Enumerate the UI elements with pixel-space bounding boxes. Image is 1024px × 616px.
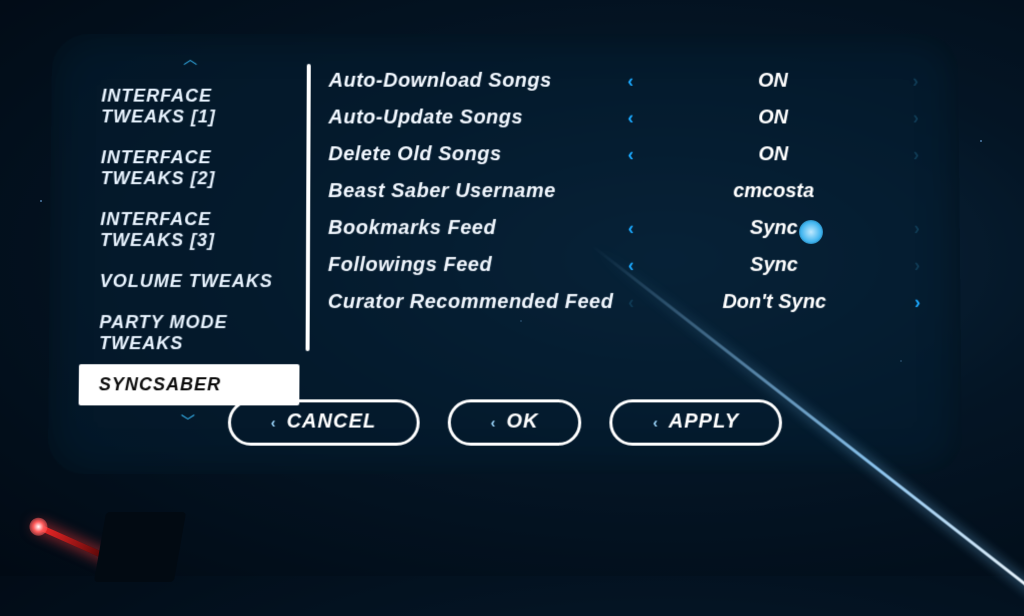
chevron-right-icon[interactable]: › — [902, 71, 928, 92]
setting-value: ON — [643, 70, 902, 93]
setting-row-username: Beast Saber Username ‹ cmcosta › — [328, 180, 929, 203]
settings-panel: ︿ INTERFACE TWEAKS [1] INTERFACE TWEAKS … — [48, 34, 962, 474]
setting-value: Don't Sync — [644, 291, 904, 314]
setting-row-auto-download: Auto-Download Songs ‹ ON › — [329, 70, 929, 93]
caret-left-icon: ‹ — [653, 414, 659, 430]
settings-list: Auto-Download Songs ‹ ON › Auto-Update S… — [328, 42, 962, 373]
sidebar-item-interface-tweaks-2[interactable]: INTERFACE TWEAKS [2] — [81, 137, 301, 199]
button-label: OK — [506, 410, 538, 433]
caret-left-icon: ‹ — [271, 414, 277, 430]
setting-value: ON — [644, 107, 903, 130]
setting-row-bookmarks-feed: Bookmarks Feed ‹ Sync › — [328, 217, 930, 240]
sidebar-item-interface-tweaks-3[interactable]: INTERFACE TWEAKS [3] — [80, 199, 300, 261]
vertical-divider — [306, 64, 311, 351]
chevron-left-icon[interactable]: ‹ — [618, 108, 644, 129]
setting-label: Auto-Download Songs — [329, 70, 618, 93]
setting-label: Auto-Update Songs — [328, 107, 617, 130]
setting-label: Curator Recommended Feed — [328, 291, 618, 314]
chevron-left-icon[interactable]: ‹ — [618, 255, 644, 276]
button-label: APPLY — [669, 410, 740, 433]
sidebar-item-party-mode-tweaks[interactable]: PARTY MODE TWEAKS — [79, 302, 300, 364]
setting-value: Sync — [644, 217, 904, 240]
chevron-right-icon[interactable]: › — [904, 255, 930, 276]
username-value[interactable]: cmcosta — [644, 180, 904, 203]
chevron-right-icon[interactable]: › — [903, 108, 929, 129]
setting-value: Sync — [644, 254, 904, 277]
setting-row-auto-update: Auto-Update Songs ‹ ON › — [328, 107, 928, 130]
chevron-left-icon[interactable]: ‹ — [618, 71, 644, 92]
foreground-block — [94, 512, 186, 582]
sidebar-scroll-up-icon[interactable]: ︿ — [82, 42, 301, 76]
chevron-left-icon[interactable]: ‹ — [618, 292, 644, 313]
sidebar-item-interface-tweaks-1[interactable]: INTERFACE TWEAKS [1] — [81, 76, 301, 138]
chevron-left-icon[interactable]: ‹ — [618, 218, 644, 239]
setting-label: Bookmarks Feed — [328, 217, 618, 240]
chevron-left-icon[interactable]: ‹ — [618, 144, 644, 165]
cancel-button[interactable]: ‹ CANCEL — [228, 399, 420, 445]
setting-row-delete-old: Delete Old Songs ‹ ON › — [328, 143, 929, 166]
ok-button[interactable]: ‹ OK — [447, 399, 581, 445]
chevron-right-icon[interactable]: › — [903, 144, 929, 165]
setting-label: Followings Feed — [328, 254, 618, 277]
setting-label: Delete Old Songs — [328, 143, 617, 166]
sidebar-item-volume-tweaks[interactable]: VOLUME TWEAKS — [80, 261, 300, 302]
chevron-right-icon[interactable]: › — [904, 218, 930, 239]
setting-label: Beast Saber Username — [328, 180, 618, 203]
button-label: CANCEL — [287, 410, 377, 433]
category-sidebar: ︿ INTERFACE TWEAKS [1] INTERFACE TWEAKS … — [49, 42, 301, 373]
apply-button[interactable]: ‹ APPLY — [610, 399, 783, 445]
chevron-right-icon[interactable]: › — [904, 292, 930, 313]
setting-value: ON — [644, 143, 904, 166]
setting-row-curator-feed: Curator Recommended Feed ‹ Don't Sync › — [328, 291, 931, 314]
caret-left-icon: ‹ — [491, 414, 497, 430]
setting-row-followings-feed: Followings Feed ‹ Sync › — [328, 254, 930, 277]
